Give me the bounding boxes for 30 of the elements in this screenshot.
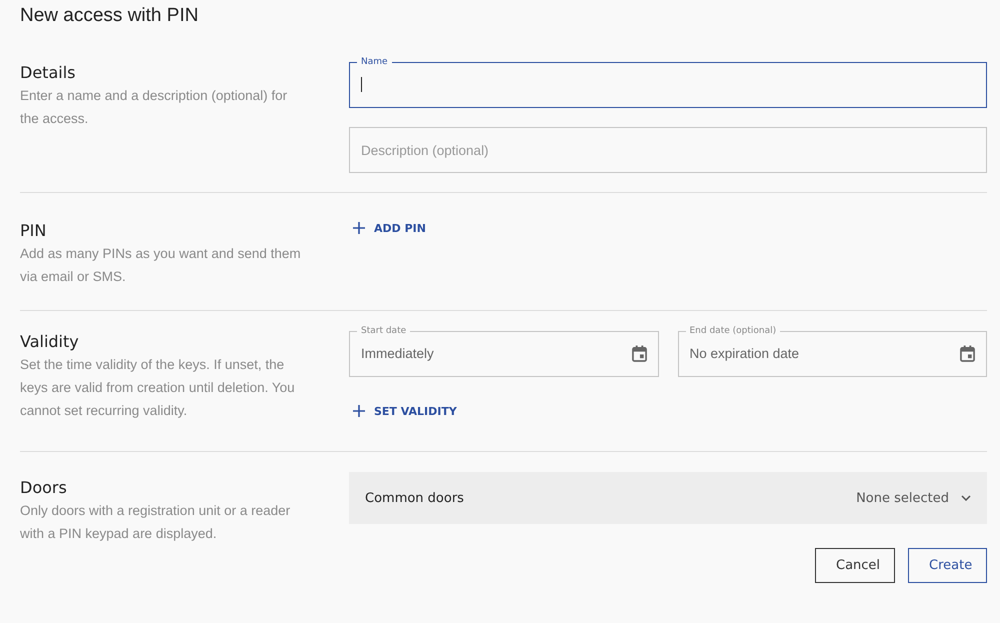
field-value: Immediately bbox=[361, 346, 435, 361]
end-date-field[interactable]: End date (optional) No expiration date bbox=[678, 326, 987, 377]
create-button[interactable]: Create bbox=[908, 548, 987, 583]
page-title: New access with PIN bbox=[20, 4, 200, 28]
chevron-down-icon bbox=[961, 495, 971, 501]
cancel-button[interactable]: Cancel bbox=[815, 548, 895, 583]
section-description: Only doors with a registration unit or a reader with a PIN keypad are displayed. bbox=[20, 502, 292, 543]
section-description: Enter a name and a description (optional) for the access. bbox=[20, 87, 288, 128]
field-label: Start date bbox=[360, 326, 408, 336]
group-label: Common doors bbox=[365, 490, 465, 506]
plus-icon bbox=[353, 222, 365, 234]
field-label: End date (optional) bbox=[688, 326, 778, 336]
section-description: Set the time validity of the keys. If unset, the keys are valid from creation until deletion. You cannot set recurring validity. bbox=[20, 356, 296, 420]
field-value: No expiration date bbox=[690, 346, 800, 361]
calendar-icon[interactable] bbox=[632, 345, 646, 362]
text-cursor bbox=[361, 77, 362, 92]
door-group-dropdown[interactable]: Common doors None selected bbox=[349, 472, 987, 524]
section-heading: Validity bbox=[20, 332, 80, 351]
calendar-icon[interactable] bbox=[960, 345, 975, 362]
set-validity-button[interactable]: SET VALIDITY bbox=[349, 400, 461, 422]
start-date-field[interactable]: Start date Immediately bbox=[349, 326, 658, 377]
add-pin-button[interactable]: ADD PIN bbox=[349, 217, 430, 239]
name-field[interactable]: Name bbox=[349, 57, 987, 108]
section-heading: Doors bbox=[20, 478, 68, 497]
section-description: Add as many PINs as you want and send them via email or SMS. bbox=[20, 245, 302, 286]
field-label: Name bbox=[360, 57, 389, 67]
selection-summary: None selected bbox=[856, 490, 949, 506]
section-heading: PIN bbox=[20, 221, 48, 240]
section-heading: Details bbox=[20, 63, 76, 82]
plus-icon bbox=[353, 405, 365, 417]
